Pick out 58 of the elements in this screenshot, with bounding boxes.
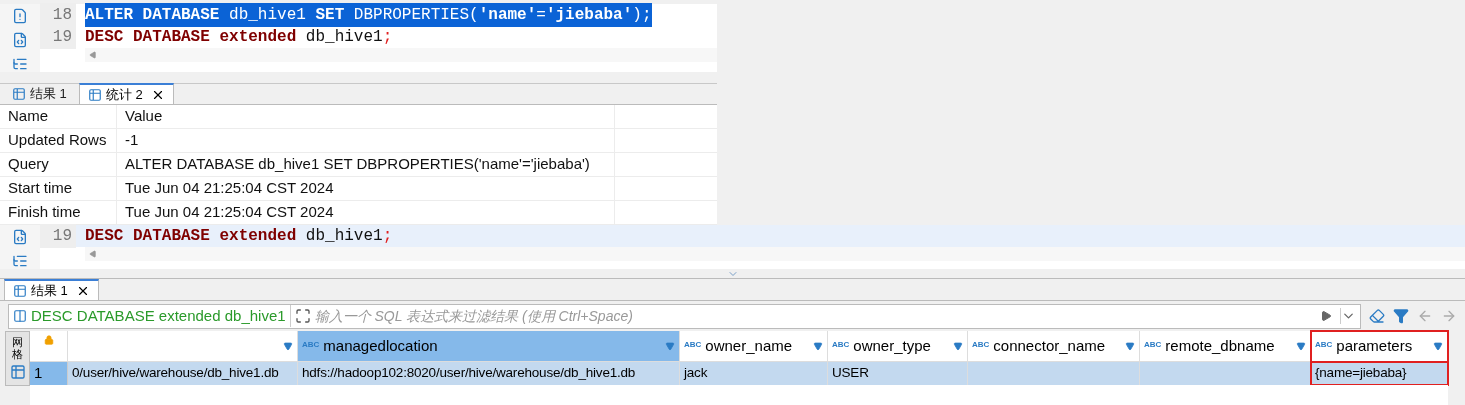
- table-cell: Updated Rows: [0, 129, 117, 152]
- sort-arrow-icon[interactable]: [283, 341, 293, 351]
- column-header[interactable]: ABC owner_name: [680, 331, 828, 362]
- column-header: Name: [0, 105, 117, 128]
- table-cell: USER: [828, 362, 968, 385]
- sort-arrow-icon[interactable]: [813, 341, 823, 351]
- line-number: 19: [40, 224, 76, 248]
- variables-icon[interactable]: [12, 229, 28, 245]
- expand-icon[interactable]: [294, 308, 311, 324]
- row-number[interactable]: 1: [30, 362, 68, 385]
- table-icon: [87, 87, 102, 102]
- filter-input[interactable]: 输入一个 SQL 表达式来过滤结果 (使用 Ctrl+Space): [314, 305, 1312, 327]
- scroll-left-icon[interactable]: [89, 51, 97, 59]
- eraser-icon[interactable]: [1369, 308, 1385, 324]
- table-cell: -1: [117, 129, 615, 152]
- result-tab[interactable]: 结果 1: [4, 279, 99, 300]
- table-cell: {name=jiebaba}: [1311, 362, 1448, 385]
- table-cell: ALTER DATABASE db_hive1 SET DBPROPERTIES('name'='jiebaba'): [117, 153, 615, 176]
- query-icon: [13, 309, 27, 323]
- table-cell: jack: [680, 362, 828, 385]
- grid-side-tab[interactable]: 网格: [5, 331, 30, 386]
- table-icon: [13, 283, 27, 298]
- code-line: DESC DATABASE extended db_hive1;: [85, 27, 393, 48]
- query-text: DESC DATABASE extended db_hive1: [31, 304, 291, 328]
- lock-icon: [43, 335, 54, 345]
- table-cell: 0/user/hive/warehouse/db_hive1.db: [68, 362, 298, 385]
- column-header[interactable]: ABC remote_dbname: [1140, 331, 1311, 362]
- column-header: Value: [117, 105, 615, 128]
- table-cell: Start time: [0, 177, 117, 200]
- line-number: 19: [40, 25, 76, 49]
- play-icon[interactable]: [1320, 310, 1332, 322]
- variables-icon[interactable]: [12, 32, 28, 48]
- column-header[interactable]: ABC managedlocation: [298, 331, 680, 362]
- sort-arrow-icon[interactable]: [953, 341, 963, 351]
- column-header[interactable]: ABC parameters: [1311, 331, 1448, 362]
- table-cell: Tue Jun 04 21:25:04 CST 2024: [117, 201, 615, 224]
- history-dropdown-icon[interactable]: [1340, 308, 1356, 324]
- file-warning-icon[interactable]: [12, 8, 28, 24]
- scroll-left-icon[interactable]: [89, 250, 97, 258]
- result-tab[interactable]: 统计 2: [78, 83, 174, 104]
- table-cell: hdfs://hadoop102:8020/user/hive/warehouse/db_hive1.db: [298, 362, 680, 385]
- outline-icon[interactable]: [12, 56, 28, 72]
- column-header[interactable]: ABC owner_type: [828, 331, 968, 362]
- column-header[interactable]: ABC connector_name: [968, 331, 1140, 362]
- line-number: 18: [40, 3, 76, 27]
- code-line: DESC DATABASE extended db_hive1;: [85, 226, 393, 247]
- grid-icon: [9, 364, 26, 381]
- table-cell: Tue Jun 04 21:25:04 CST 2024: [117, 177, 615, 200]
- sort-arrow-icon[interactable]: [1296, 341, 1306, 351]
- sort-arrow-icon[interactable]: [665, 341, 675, 351]
- filter-field[interactable]: DESC DATABASE extended db_hive1 输入一个 SQL 表达式来过滤结果 (使用 Ctrl+Space): [8, 303, 1361, 329]
- sort-arrow-icon[interactable]: [1125, 341, 1135, 351]
- table-icon: [12, 86, 26, 101]
- sort-arrow-icon[interactable]: [1433, 341, 1443, 351]
- outline-icon[interactable]: [12, 253, 28, 269]
- table-cell: Query: [0, 153, 117, 176]
- filter-icon[interactable]: [1393, 308, 1409, 324]
- result-tab[interactable]: 结果 1: [4, 83, 75, 104]
